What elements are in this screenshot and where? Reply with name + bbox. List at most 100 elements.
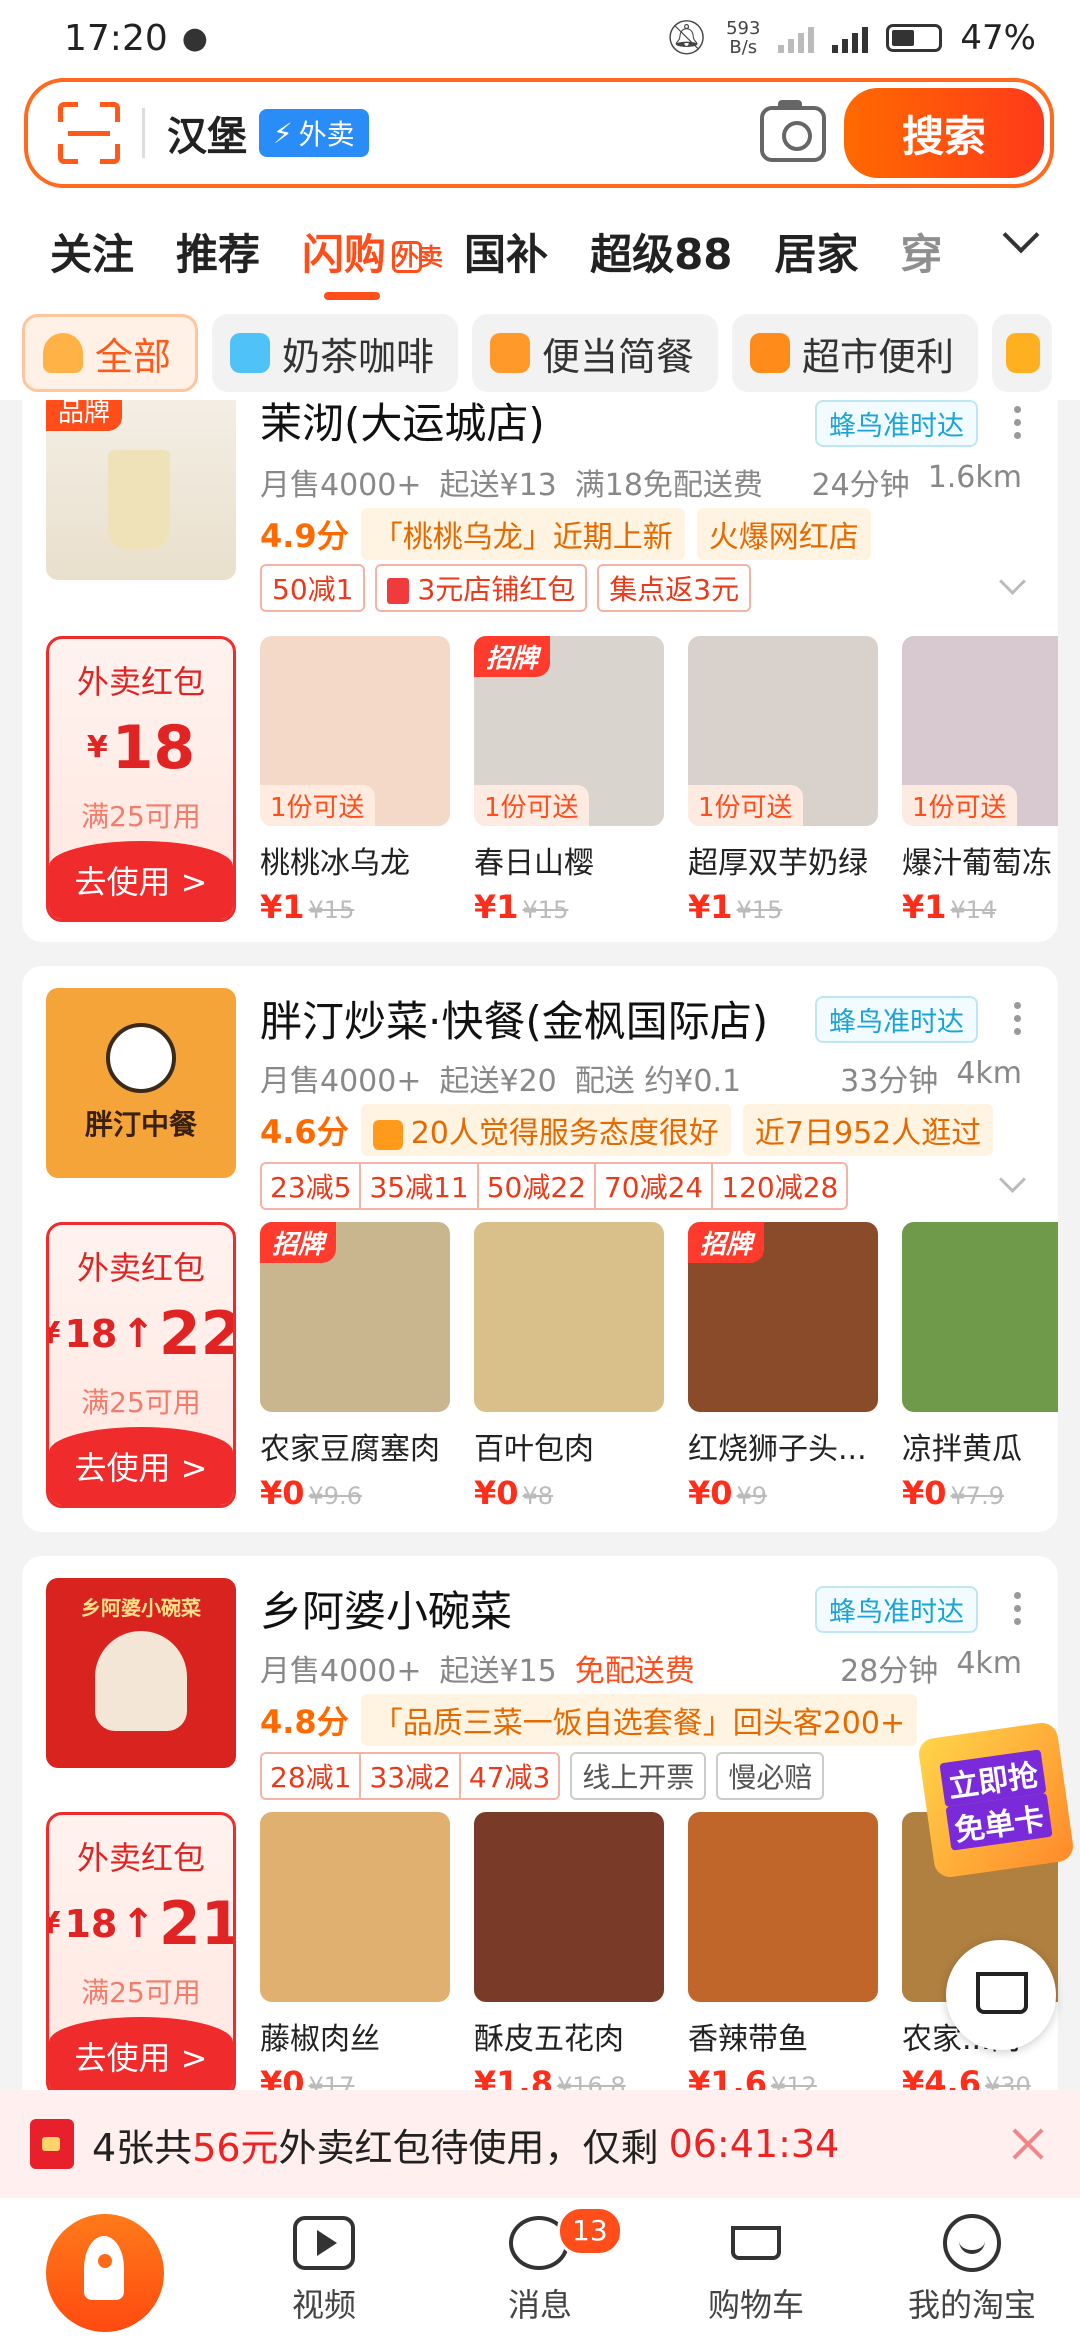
- search-divider: [142, 108, 145, 158]
- monthly-sales: 月售4000+: [260, 1064, 422, 1099]
- expand-chevron-icon[interactable]: [1000, 1172, 1024, 1196]
- eta: 33分钟: [840, 1064, 939, 1099]
- min-order: 起送¥20: [439, 1064, 557, 1099]
- battery-level: 47%: [960, 18, 1036, 58]
- camera-icon[interactable]: [760, 100, 826, 162]
- chip-supermarket[interactable]: 超市便利: [732, 314, 979, 392]
- nav-cart[interactable]: 购物车: [648, 2198, 864, 2340]
- product-name: 藤椒肉丝: [260, 2022, 380, 2057]
- tab-recommend[interactable]: 推荐: [176, 221, 260, 282]
- rating-score: 4.8分: [260, 1703, 349, 1741]
- product-item[interactable]: 藤椒肉丝 ¥0 ¥17: [260, 1812, 450, 2090]
- tab-wear[interactable]: 穿: [901, 221, 943, 282]
- shop-card[interactable]: 乡阿婆小碗菜 乡阿婆小碗菜 蜂鸟准时达 月售4000+ 起送¥15 免配送费 2…: [22, 1556, 1058, 2090]
- coupon-use-button[interactable]: 去使用 >: [49, 1427, 233, 1505]
- shop-name: 茉沏(大运城店): [260, 400, 545, 448]
- product-image: [902, 1222, 1058, 1412]
- more-icon[interactable]: [1014, 406, 1022, 444]
- expand-chevron-icon[interactable]: [1000, 574, 1024, 598]
- product-name: 百叶包肉: [474, 1432, 594, 1467]
- product-price: ¥0 ¥7.9: [902, 1474, 1058, 1512]
- coupon-condition: 满25可用: [81, 800, 201, 833]
- floating-cart-icon[interactable]: [946, 1940, 1056, 2050]
- search-button[interactable]: 搜索: [844, 88, 1044, 178]
- promo-tag: 28减1 33减2 47减3: [260, 1752, 561, 1800]
- nav-my-taobao[interactable]: 我的淘宝: [864, 2198, 1080, 2340]
- product-item[interactable]: 招牌 1份可送 春日山樱 ¥1 ¥15: [474, 636, 664, 926]
- product-image: [474, 1222, 664, 1412]
- shop-logo: 品牌: [46, 400, 236, 580]
- distance: 4km: [956, 1056, 1022, 1091]
- product-item[interactable]: 1份可送 超厚双芋奶绿 ¥1 ¥15: [688, 636, 878, 926]
- chip-tea-coffee[interactable]: 奶茶咖啡: [212, 314, 459, 392]
- tab-home[interactable]: 居家: [775, 221, 859, 282]
- coupon-card[interactable]: 外卖红包 ¥18 满25可用 去使用 >: [46, 636, 236, 922]
- chevron-down-icon[interactable]: [1000, 218, 1080, 258]
- product-name: 超厚双芋奶绿: [688, 846, 868, 881]
- search-input[interactable]: 汉堡: [167, 104, 247, 162]
- tab-super88[interactable]: 超级88: [590, 221, 732, 282]
- coupon-currency: ¥: [49, 1299, 60, 1369]
- product-name: 爆汁葡萄冻: [902, 846, 1052, 881]
- product-item[interactable]: 香辣带鱼 ¥1.6 ¥12: [688, 1812, 878, 2090]
- tab-follow[interactable]: 关注: [50, 221, 134, 282]
- coupon-card[interactable]: 外卖红包 ¥18↑21 满25可用 去使用 >: [46, 1812, 236, 2090]
- coupon-use-button[interactable]: 去使用 >: [49, 841, 233, 919]
- product-item[interactable]: 招牌 农家豆腐塞肉 ¥0 ¥9.6: [260, 1222, 450, 1512]
- play-icon: [289, 2212, 359, 2274]
- product-item[interactable]: 百叶包肉 ¥0 ¥8: [474, 1222, 664, 1512]
- more-icon[interactable]: [1014, 1002, 1022, 1040]
- coupon-card[interactable]: 外卖红包 ¥18↑22 满25可用 去使用 >: [46, 1222, 236, 1508]
- search-box[interactable]: 汉堡 ⚡ 外卖 搜索: [24, 78, 1054, 188]
- nav-home[interactable]: [0, 2198, 216, 2340]
- min-qty-tag: 1份可送: [902, 785, 1017, 826]
- chip-all[interactable]: 全部: [22, 314, 199, 392]
- product-item[interactable]: 酥皮五花肉 ¥1.8 ¥16.8: [474, 1812, 664, 2090]
- price-old: ¥15: [522, 896, 569, 924]
- chip-bento[interactable]: 便当简餐: [472, 314, 719, 392]
- shop-card[interactable]: 品牌 茉沏(大运城店) 蜂鸟准时达 月售4000+ 起送¥13 满18免配送费 …: [22, 400, 1058, 942]
- chip-all-label: 全部: [95, 334, 172, 379]
- nav-messages[interactable]: 13 消息: [432, 2198, 648, 2340]
- monthly-sales: 月售4000+: [260, 468, 422, 503]
- tab-guobu[interactable]: 国补: [464, 221, 548, 282]
- promo-tag-label: 3元店铺红包: [417, 573, 576, 606]
- scan-icon[interactable]: [58, 102, 120, 164]
- promo-row: 50减1 3元店铺红包 集点返3元: [260, 564, 752, 612]
- tab-shangou[interactable]: 闪购 外卖: [302, 221, 443, 300]
- promo-tag: 50减1: [260, 564, 366, 612]
- product-image: 招牌: [688, 1222, 878, 1412]
- coupon-reminder-banner[interactable]: 4张共 56元 外卖红包待使用，仅剩 06:41:34: [0, 2090, 1080, 2198]
- nav-my-taobao-label: 我的淘宝: [907, 2286, 1036, 2324]
- chip-supermarket-label: 超市便利: [802, 334, 955, 379]
- free-order-card-promo[interactable]: 立即抢 免单卡: [916, 1720, 1076, 1880]
- price-old: ¥17: [308, 2072, 355, 2090]
- promo-tag: 集点返3元: [597, 564, 752, 612]
- shop-feed[interactable]: 品牌 茉沏(大运城店) 蜂鸟准时达 月售4000+ 起送¥13 满18免配送费 …: [0, 400, 1080, 2090]
- shop-logo: 胖汀中餐: [46, 988, 236, 1178]
- chip-more[interactable]: [992, 314, 1053, 392]
- close-icon[interactable]: [1008, 2124, 1048, 2164]
- product-item[interactable]: 招牌 红烧狮子头... ¥0 ¥9: [688, 1222, 878, 1512]
- bento-icon: [490, 333, 531, 373]
- more-icon[interactable]: [1014, 1592, 1022, 1630]
- product-item[interactable]: 凉拌黄瓜 ¥0 ¥7.9: [902, 1222, 1058, 1512]
- status-bar: 17:20 ● 🔕︎ 593 B/s 47%: [0, 0, 1080, 76]
- top-tabs: 关注 推荐 闪购 外卖 国补 超级88 居家 穿: [0, 196, 1080, 306]
- coupon-amount: ¥18: [49, 713, 233, 783]
- coupon-use-button[interactable]: 去使用 >: [49, 2017, 233, 2090]
- product-item[interactable]: 1份可送 爆汁葡萄冻 ¥1 ¥14: [902, 636, 1058, 926]
- product-name: 凉拌黄瓜: [902, 1432, 1022, 1467]
- product-item[interactable]: 1份可送 桃桃冰乌龙 ¥1 ¥15: [260, 636, 450, 926]
- logo-text: 胖汀中餐: [84, 1108, 197, 1141]
- shop-card[interactable]: 胖汀中餐 胖汀炒菜·快餐(金枫国际店) 蜂鸟准时达 月售4000+ 起送¥20 …: [22, 966, 1058, 1532]
- red-packet-icon: [387, 578, 410, 604]
- price-old: ¥16.8: [556, 2072, 626, 2090]
- rating-score: 4.9分: [260, 517, 349, 555]
- delivery-badge: 蜂鸟准时达: [815, 400, 978, 447]
- nav-video[interactable]: 视频: [216, 2198, 432, 2340]
- mute-icon: 🔕︎: [664, 18, 709, 58]
- promo-tag: 3元店铺红包: [375, 564, 588, 612]
- smile-icon: [937, 2212, 1007, 2274]
- product-image: [688, 1812, 878, 2002]
